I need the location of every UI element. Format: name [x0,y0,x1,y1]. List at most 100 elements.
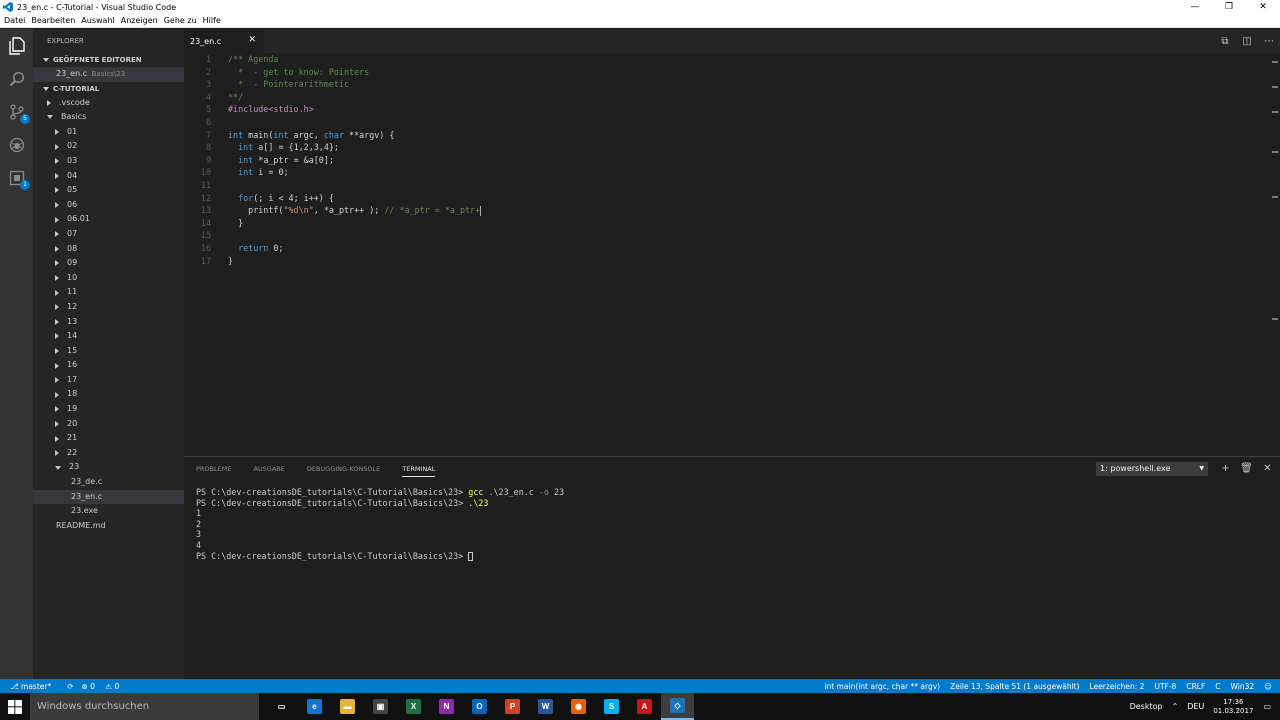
taskbar-edge-button[interactable]: e [298,693,331,720]
tree-item[interactable]: 23_de.c [33,475,184,490]
taskbar-excel-button[interactable]: X [397,693,430,720]
menu-hilfe[interactable]: Hilfe [203,16,221,25]
branch-indicator[interactable]: ⎇ master* [10,682,59,691]
open-editors-header[interactable]: GEÖFFNETE EDITOREN [33,53,184,67]
tree-item[interactable]: .vscode [33,96,184,111]
code-token: **/ [228,91,244,102]
debug-icon[interactable] [6,134,28,156]
taskbar-file-explorer-button[interactable]: ▬ [331,693,364,720]
tree-item[interactable]: 08 [33,242,184,257]
taskbar-word-button[interactable]: W [529,693,562,720]
tree-item[interactable]: 07 [33,227,184,242]
language-mode[interactable]: C [1215,682,1220,691]
line-ending[interactable]: CRLF [1186,682,1205,691]
tree-item[interactable]: 02 [33,139,184,154]
tree-item[interactable]: 23_en.c [33,489,184,505]
delete-terminal-button[interactable]: 🗑 [1236,461,1257,477]
taskbar-outlook-button[interactable]: O [463,693,496,720]
taskbar-search-input[interactable]: Windows durchsuchen [30,693,259,720]
chevron-up-icon[interactable]: ⌃ [1172,702,1179,711]
problems-indicator[interactable]: ⊗ 0 ⚠ 0 [82,682,128,691]
tree-item-label: 12 [67,301,78,311]
close-panel-button[interactable]: ✕ [1257,461,1278,477]
terminal-output[interactable]: PS C:\dev-creationsDE_tutorials\C-Tutori… [196,487,564,561]
open-editor-item[interactable]: 23_en.c Basics\23 [33,67,184,82]
line-number: 3 [205,79,211,90]
tree-item[interactable]: 05 [33,183,184,198]
tree-item[interactable]: Basics [33,110,184,125]
terminal-select[interactable]: 1: powershell.exe ▼ [1096,462,1208,476]
current-function[interactable]: int main(int argc, char ** argv) [824,682,940,691]
open-changes-icon[interactable]: ⧉ [1214,36,1236,47]
sync-icon[interactable]: ⟳ [67,682,73,691]
tree-item[interactable]: 11 [33,285,184,300]
taskbar-skype-button[interactable]: S [595,693,628,720]
explorer-icon[interactable] [6,35,28,57]
search-icon[interactable] [6,68,28,90]
editor-scrollbar[interactable] [1270,53,1280,456]
tab-debugging-konsole[interactable]: DEBUGGING-KONSOLE [307,465,380,477]
taskbar-task-view-button[interactable]: ▭ [265,693,298,720]
tree-item[interactable]: 19 [33,402,184,417]
keyboard-language[interactable]: DEU [1187,702,1204,711]
clock[interactable]: 17:36 01.03.2017 [1213,698,1253,716]
menu-bearbeiten[interactable]: Bearbeiten [31,16,75,25]
taskbar-acrobat-button[interactable]: A [628,693,661,720]
tab-terminal[interactable]: TERMINAL [402,465,436,477]
menu-datei[interactable]: Datei [4,16,25,25]
tree-item[interactable]: 01 [33,125,184,140]
close-tab-icon[interactable]: ✕ [248,35,256,45]
tree-item[interactable]: 22 [33,446,184,461]
cursor-position[interactable]: Zeile 13, Spalte 51 (1 ausgewählt) [950,682,1079,691]
platform[interactable]: Win32 [1231,682,1255,691]
tree-item[interactable]: 14 [33,329,184,344]
tree-item[interactable]: 16 [33,358,184,373]
split-editor-icon[interactable]: ◫ [1236,36,1258,47]
line-number: 2 [205,66,211,77]
code-editor[interactable]: 1 /** Agenda 2 * - get to know: Pointers 3 … [184,53,1280,456]
tree-item-label: 05 [67,185,78,195]
menu-gehe-zu[interactable]: Gehe zu [164,16,197,25]
code-token: return [238,243,269,253]
extensions-icon[interactable]: 1 [6,167,30,190]
project-header[interactable]: C-TUTORIAL [33,82,184,96]
taskbar-onenote-button[interactable]: N [430,693,463,720]
tab-23-en-c[interactable]: 23_en.c ✕ [184,29,264,53]
tree-item[interactable]: 15 [33,344,184,359]
desktop-toolbar[interactable]: Desktop [1130,702,1163,711]
tree-item[interactable]: 20 [33,417,184,432]
tree-item[interactable]: 09 [33,256,184,271]
restore-button[interactable]: ❐ [1212,0,1246,14]
tree-item[interactable]: 06.01 [33,212,184,227]
tree-item[interactable]: 23.exe [33,504,184,519]
close-window-button[interactable]: ✕ [1246,0,1280,14]
menu-auswahl[interactable]: Auswahl [81,16,114,25]
notification-icon[interactable]: ▭ [1263,702,1271,711]
tree-item[interactable]: 03 [33,154,184,169]
taskbar-powerpoint-button[interactable]: P [496,693,529,720]
tab-probleme[interactable]: PROBLEME [196,465,231,477]
tree-item[interactable]: README.md [33,519,184,534]
tree-item[interactable]: 06 [33,198,184,213]
menu-anzeigen[interactable]: Anzeigen [121,16,158,25]
tab-ausgabe[interactable]: AUSGABE [253,465,284,477]
tree-item[interactable]: 10 [33,271,184,286]
indentation[interactable]: Leerzeichen: 2 [1090,682,1145,691]
tree-item[interactable]: 21 [33,431,184,446]
tree-item[interactable]: 23 [33,460,184,475]
more-actions-icon[interactable]: ⋯ [1258,36,1280,47]
taskbar-firefox-button[interactable]: ◉ [562,693,595,720]
taskbar-vscode-button[interactable]: ◇ [661,693,694,720]
new-terminal-button[interactable]: + [1215,461,1236,477]
minimize-button[interactable]: — [1178,0,1212,14]
tree-item[interactable]: 18 [33,387,184,402]
tree-item[interactable]: 13 [33,315,184,330]
source-control-icon[interactable]: 5 [6,101,30,124]
encoding[interactable]: UTF-8 [1154,682,1176,691]
tree-item[interactable]: 04 [33,169,184,184]
tree-item[interactable]: 12 [33,300,184,315]
tree-item[interactable]: 17 [33,373,184,388]
feedback-smiley-icon[interactable]: ☺ [1264,682,1272,691]
windows-start-button[interactable] [0,693,30,720]
taskbar-store-button[interactable]: ▣ [364,693,397,720]
